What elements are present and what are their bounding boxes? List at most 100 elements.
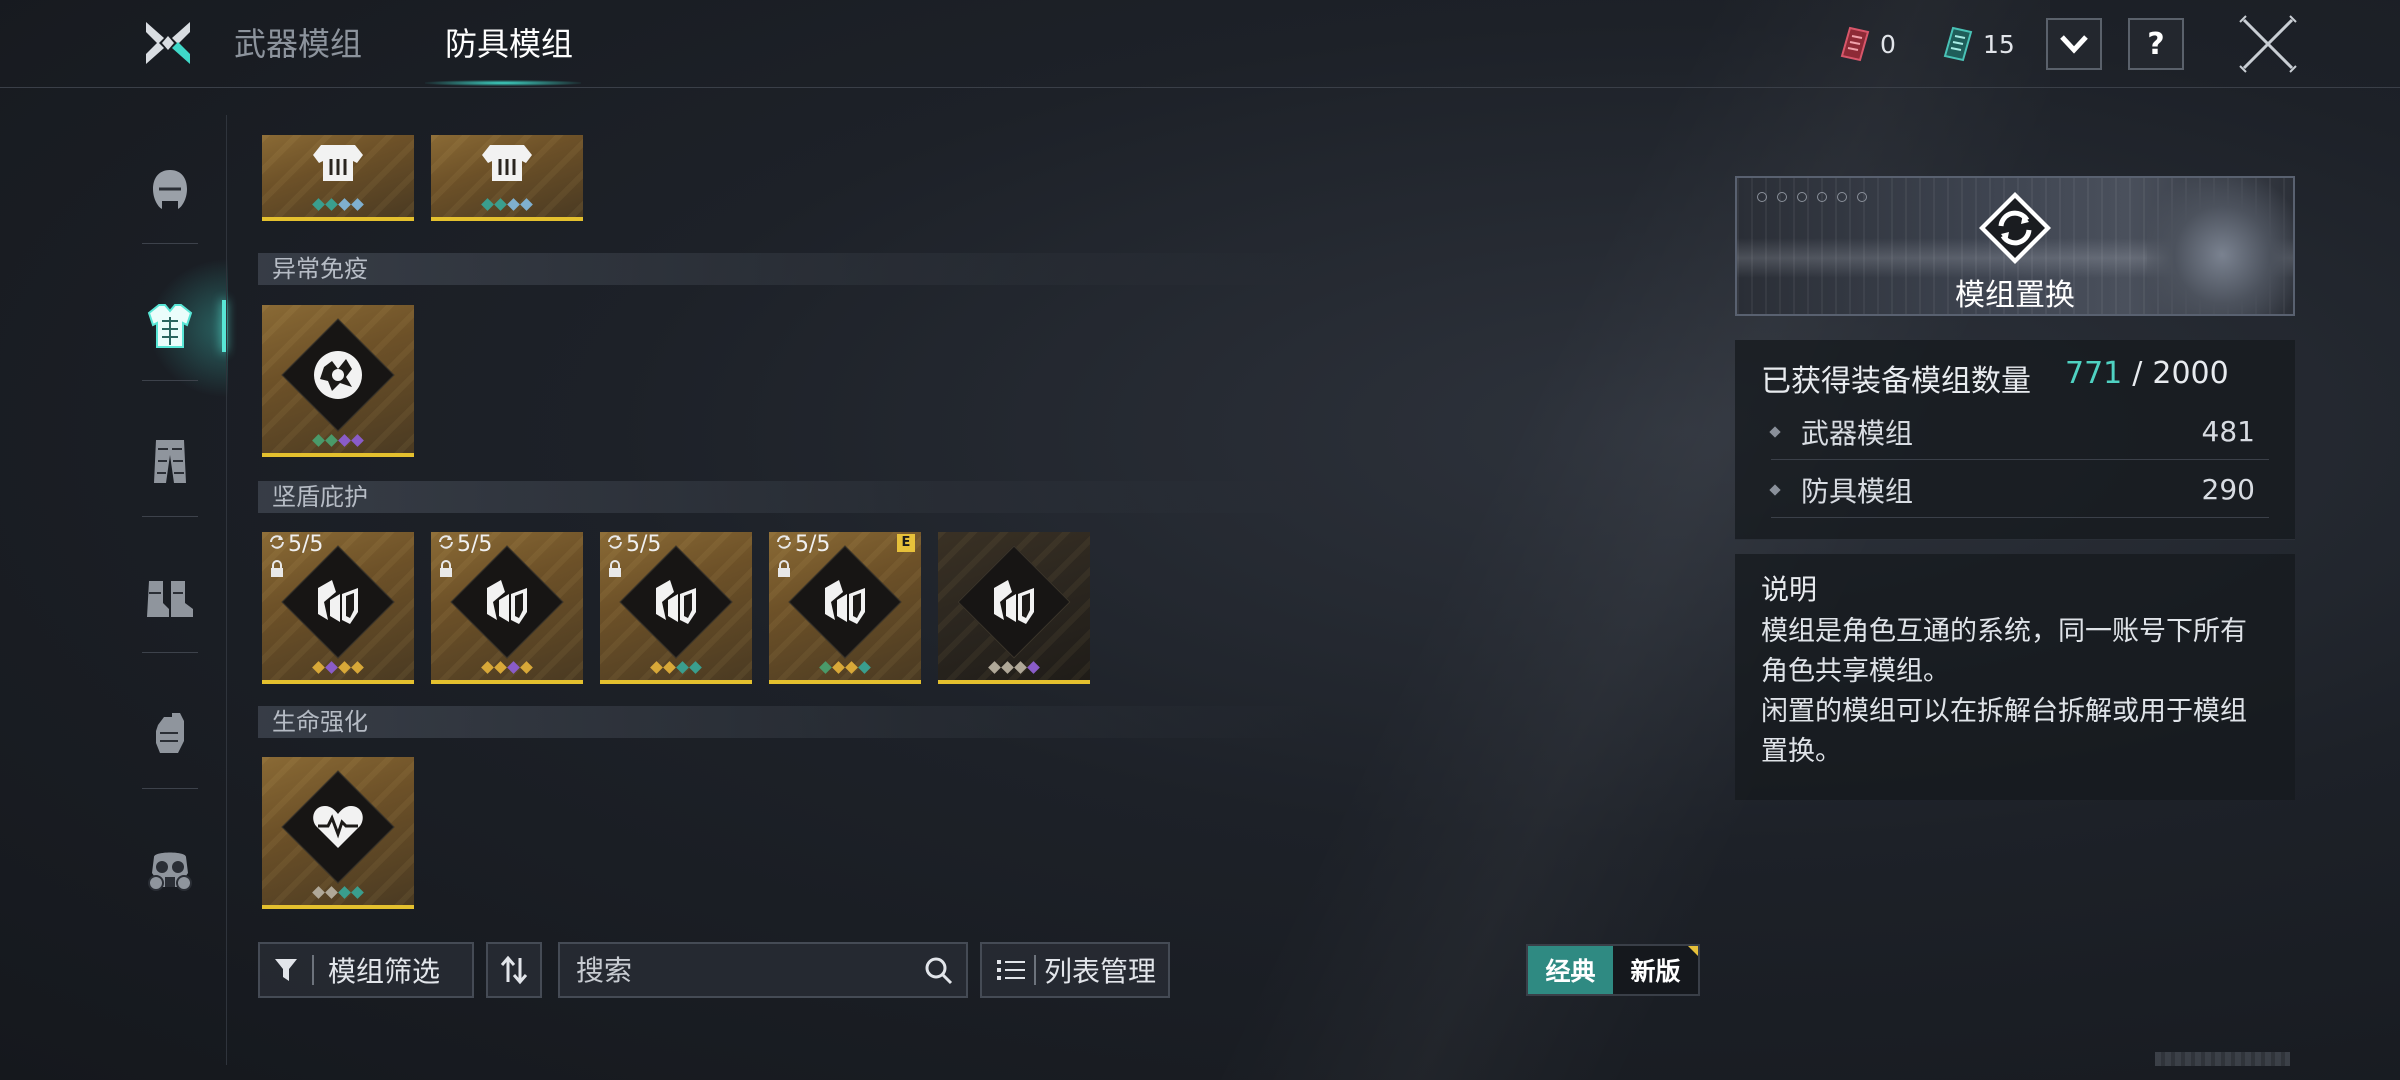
bullet-dot-icon [1769, 483, 1781, 496]
upgrade-count-text: 5/5 [288, 532, 324, 557]
module-card-shield-shelter[interactable]: 5/5 [262, 532, 414, 684]
module-card-armor-vest-2[interactable] [431, 135, 583, 221]
module-card-shield-shelter[interactable]: 5/5 E [769, 532, 921, 684]
gem-slot-icon [520, 661, 533, 674]
gem-slot-icon [325, 661, 338, 674]
close-button[interactable] [2238, 14, 2298, 74]
currency-red[interactable]: 0 [1840, 24, 1896, 64]
tab-armor-modules[interactable]: 防具模组 [445, 22, 573, 66]
gem-slots [262, 661, 414, 674]
mode-classic-button[interactable]: 经典 [1528, 946, 1613, 994]
module-exchange-banner[interactable]: 模组置换 [1735, 176, 2295, 316]
search-input[interactable] [576, 953, 906, 987]
gem-slots [262, 198, 414, 211]
gem-slot-icon [351, 661, 364, 674]
upgrade-count: 5/5 [437, 532, 492, 557]
gem-slot-icon [663, 661, 676, 674]
filter-icon [275, 959, 297, 981]
currency-teal[interactable]: 15 [1943, 24, 2015, 64]
gem-slot-icon [858, 661, 871, 674]
glove-icon [156, 713, 184, 753]
sidebar-divider [142, 243, 198, 244]
banner-title: 模组置换 [1955, 278, 2075, 313]
module-card-life-enhance[interactable] [262, 757, 414, 909]
sidebar-divider [142, 788, 198, 789]
gem-slot-icon [325, 198, 338, 211]
game-logo-icon [142, 18, 194, 68]
stat-label: 武器模组 [1801, 416, 1914, 450]
module-card-shield-shelter[interactable] [938, 532, 1090, 684]
module-filter-label: 模组筛选 [328, 955, 441, 988]
gem-slots [938, 661, 1090, 674]
list-separator [1034, 955, 1036, 985]
search-icon[interactable] [924, 956, 954, 986]
sidebar-item-body-armor[interactable] [140, 296, 200, 356]
gem-slots [262, 886, 414, 899]
gem-slot-icon [312, 434, 325, 447]
upgrade-count: 5/5 [775, 532, 830, 557]
gem-slots [431, 661, 583, 674]
gem-slot-icon [689, 661, 702, 674]
module-card-shield-shelter[interactable]: 5/5 [600, 532, 752, 684]
gem-slot-icon [351, 198, 364, 211]
sidebar-item-legs[interactable] [140, 432, 200, 492]
lock-icon[interactable] [606, 560, 624, 578]
dropdown-button[interactable] [2046, 18, 2102, 70]
section-header-shield-shelter: 坚盾庇护 [258, 481, 1318, 513]
gem-slot-icon [1001, 661, 1014, 674]
sort-button[interactable] [486, 942, 542, 998]
upgrade-count-text: 5/5 [626, 532, 662, 557]
chevron-down-icon [2060, 35, 2088, 54]
module-filter-button[interactable]: 模组筛选 [258, 942, 474, 998]
banner-decor-dots [1757, 192, 1867, 202]
gem-slot-icon [338, 434, 351, 447]
module-card-anomaly-immunity[interactable] [262, 305, 414, 457]
lock-icon[interactable] [437, 560, 455, 578]
currency-teal-value: 15 [1983, 29, 2015, 59]
sidebar [120, 110, 228, 910]
shield-shelter-icon [984, 572, 1044, 632]
module-count-panel: 已获得装备模组数量 771 / 2000 武器模组 481 防具模组 290 [1735, 340, 2295, 540]
shield-shelter-icon [477, 572, 537, 632]
sidebar-item-helmet[interactable] [140, 160, 200, 220]
sidebar-divider [142, 380, 198, 381]
module-card-armor-vest-1[interactable] [262, 135, 414, 221]
shield-shelter-icon [815, 572, 875, 632]
lock-icon[interactable] [775, 560, 793, 578]
gem-slot-icon [520, 198, 533, 211]
module-count-owned: 771 [2065, 356, 2123, 391]
stat-row-weapon: 武器模组 481 [1769, 404, 2269, 460]
list-icon [997, 960, 1025, 980]
sort-icon [500, 955, 528, 985]
upgrade-count: 5/5 [606, 532, 661, 557]
heart-pulse-icon [308, 797, 368, 857]
gem-slot-icon [481, 661, 494, 674]
help-button[interactable]: ? [2128, 18, 2184, 70]
shield-shelter-icon [646, 572, 706, 632]
gem-slot-icon [338, 886, 351, 899]
module-card-shield-shelter[interactable]: 5/5 [431, 532, 583, 684]
gem-slot-icon [325, 886, 338, 899]
top-divider [0, 87, 2400, 88]
gem-slot-icon [494, 198, 507, 211]
gem-slot-icon [481, 198, 494, 211]
body-armor-icon [147, 304, 193, 348]
lock-icon[interactable] [268, 560, 286, 578]
tab-weapon-modules[interactable]: 武器模组 [234, 22, 362, 66]
stat-row-armor: 防具模组 290 [1769, 462, 2269, 518]
search-box[interactable] [558, 942, 968, 998]
list-manage-button[interactable]: 列表管理 [980, 942, 1170, 998]
gem-slot-icon [312, 198, 325, 211]
sidebar-item-gas-mask[interactable] [140, 840, 200, 900]
module-count-slash: / [2132, 356, 2143, 391]
bullet-dot-icon [1769, 425, 1781, 438]
helmet-icon [153, 170, 187, 209]
gem-slot-icon [351, 886, 364, 899]
gem-slot-icon [312, 886, 325, 899]
sidebar-item-boots[interactable] [140, 568, 200, 628]
gem-slot-icon [507, 198, 520, 211]
exchange-icon [1977, 190, 2053, 266]
gem-slot-icon [845, 661, 858, 674]
mode-new-button[interactable]: 新版 [1613, 946, 1698, 994]
sidebar-item-gloves[interactable] [140, 704, 200, 764]
